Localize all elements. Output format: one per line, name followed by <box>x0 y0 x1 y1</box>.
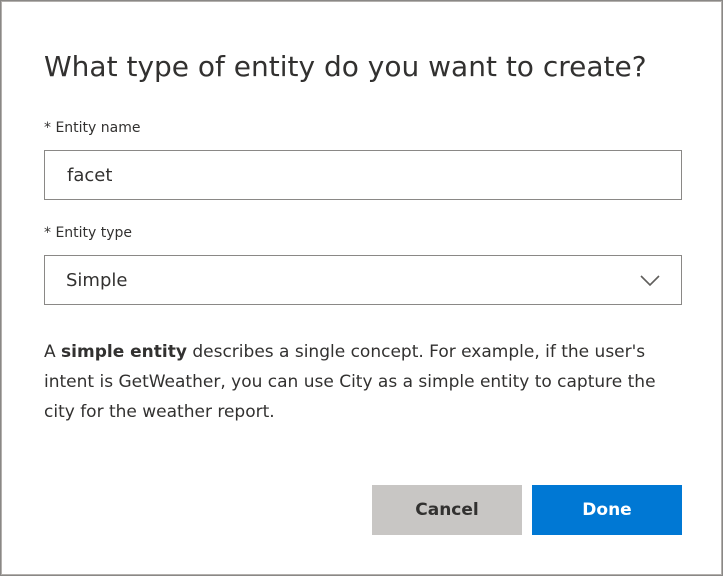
entity-type-label: * Entity type <box>44 225 133 241</box>
description-emphasis: simple entity <box>61 342 187 362</box>
description-prefix: A <box>44 342 62 362</box>
entity-type-dropdown[interactable]: Simple <box>44 255 682 305</box>
done-button[interactable]: Done <box>532 485 682 535</box>
entity-type-selected-value: Simple <box>66 270 128 291</box>
chevron-down-icon <box>640 275 660 287</box>
entity-type-description: A simple entity describes a single conce… <box>44 337 689 427</box>
dialog-title: What type of entity do you want to creat… <box>44 50 647 83</box>
entity-name-input[interactable] <box>44 150 682 200</box>
cancel-button[interactable]: Cancel <box>372 485 522 535</box>
entity-name-label: * Entity name <box>44 120 141 136</box>
create-entity-dialog: What type of entity do you want to creat… <box>0 0 723 576</box>
